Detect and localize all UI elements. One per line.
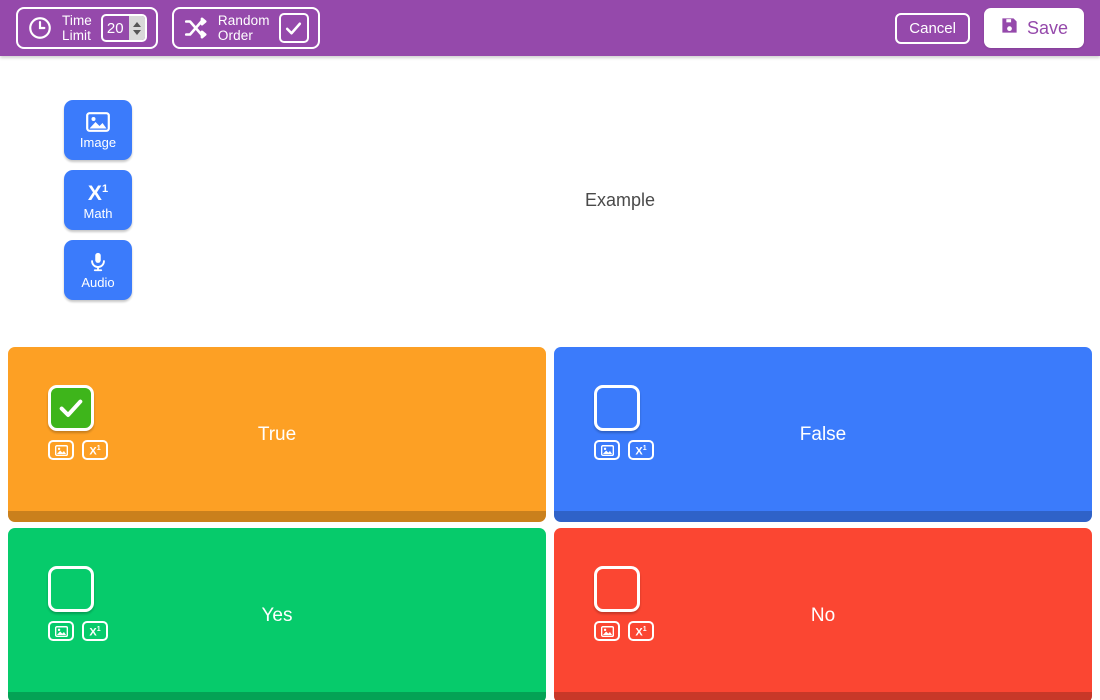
random-order-control[interactable]: Random Order: [172, 7, 320, 49]
image-icon: [601, 445, 614, 456]
answer-math-button-no[interactable]: X1: [628, 621, 654, 641]
answer-controls-yes: X1: [48, 566, 108, 641]
math-icon: X1: [635, 443, 646, 458]
random-order-checkbox[interactable]: [279, 13, 309, 43]
insert-audio-button[interactable]: Audio: [64, 240, 132, 300]
answer-card-no[interactable]: X1 No: [554, 528, 1092, 700]
image-icon: [55, 626, 68, 637]
insert-math-button[interactable]: X1 Math: [64, 170, 132, 230]
answer-image-button-yes[interactable]: [48, 621, 74, 641]
stepper-up-icon[interactable]: [133, 22, 141, 27]
image-icon: [86, 111, 110, 133]
image-icon: [55, 445, 68, 456]
question-prompt-area[interactable]: Example: [160, 100, 1080, 315]
media-tools: Image X1 Math Audio: [64, 100, 132, 300]
random-order-label: Random Order: [218, 13, 270, 43]
time-limit-stepper[interactable]: 20: [101, 14, 147, 42]
insert-math-label: Math: [84, 207, 113, 221]
answer-math-button-false[interactable]: X1: [628, 440, 654, 460]
answer-grid: X1 True: [8, 347, 1092, 700]
image-icon: [601, 626, 614, 637]
insert-audio-label: Audio: [81, 276, 114, 290]
math-icon: X1: [88, 179, 108, 204]
answer-math-button-yes[interactable]: X1: [82, 621, 108, 641]
answer-math-button-true[interactable]: X1: [82, 440, 108, 460]
answer-card-yes[interactable]: X1 Yes: [8, 528, 546, 700]
answer-correct-checkbox-no[interactable]: [594, 566, 640, 612]
cancel-button[interactable]: Cancel: [895, 13, 970, 44]
insert-image-label: Image: [80, 136, 116, 150]
answer-correct-checkbox-true[interactable]: [48, 385, 94, 431]
time-limit-label: Time Limit: [62, 13, 92, 43]
insert-image-button[interactable]: Image: [64, 100, 132, 160]
microphone-icon: [86, 251, 110, 273]
clock-icon: [27, 15, 53, 41]
math-icon: X1: [635, 624, 646, 639]
time-limit-control[interactable]: Time Limit 20: [16, 7, 158, 49]
save-button[interactable]: Save: [984, 8, 1084, 48]
answer-controls-false: X1: [594, 385, 654, 460]
answer-media-buttons-yes: X1: [48, 621, 108, 641]
answer-correct-checkbox-yes[interactable]: [48, 566, 94, 612]
save-disk-icon: [1000, 16, 1019, 40]
answer-controls-true: X1: [48, 385, 108, 460]
answer-image-button-no[interactable]: [594, 621, 620, 641]
answer-media-buttons-true: X1: [48, 440, 108, 460]
answer-image-button-true[interactable]: [48, 440, 74, 460]
math-icon: X1: [89, 443, 100, 458]
toolbar-left-group: Time Limit 20 Random Order: [16, 7, 320, 49]
answer-media-buttons-no: X1: [594, 621, 654, 641]
question-prompt-text[interactable]: Example: [585, 190, 655, 211]
answer-media-buttons-false: X1: [594, 440, 654, 460]
stepper-down-icon[interactable]: [133, 30, 141, 35]
answer-image-button-false[interactable]: [594, 440, 620, 460]
answer-correct-checkbox-false[interactable]: [594, 385, 640, 431]
time-limit-value: 20: [103, 16, 126, 40]
stepper-arrows[interactable]: [129, 16, 145, 40]
answer-controls-no: X1: [594, 566, 654, 641]
math-icon: X1: [89, 624, 100, 639]
answer-card-true[interactable]: X1 True: [8, 347, 546, 522]
toolbar-right-group: Cancel Save: [895, 8, 1084, 48]
shuffle-icon: [183, 15, 209, 41]
top-toolbar: Time Limit 20 Random Order: [0, 0, 1100, 56]
answer-card-false[interactable]: X1 False: [554, 347, 1092, 522]
editor-body: Image X1 Math Audio Example: [0, 56, 1100, 700]
save-button-label: Save: [1027, 18, 1068, 39]
